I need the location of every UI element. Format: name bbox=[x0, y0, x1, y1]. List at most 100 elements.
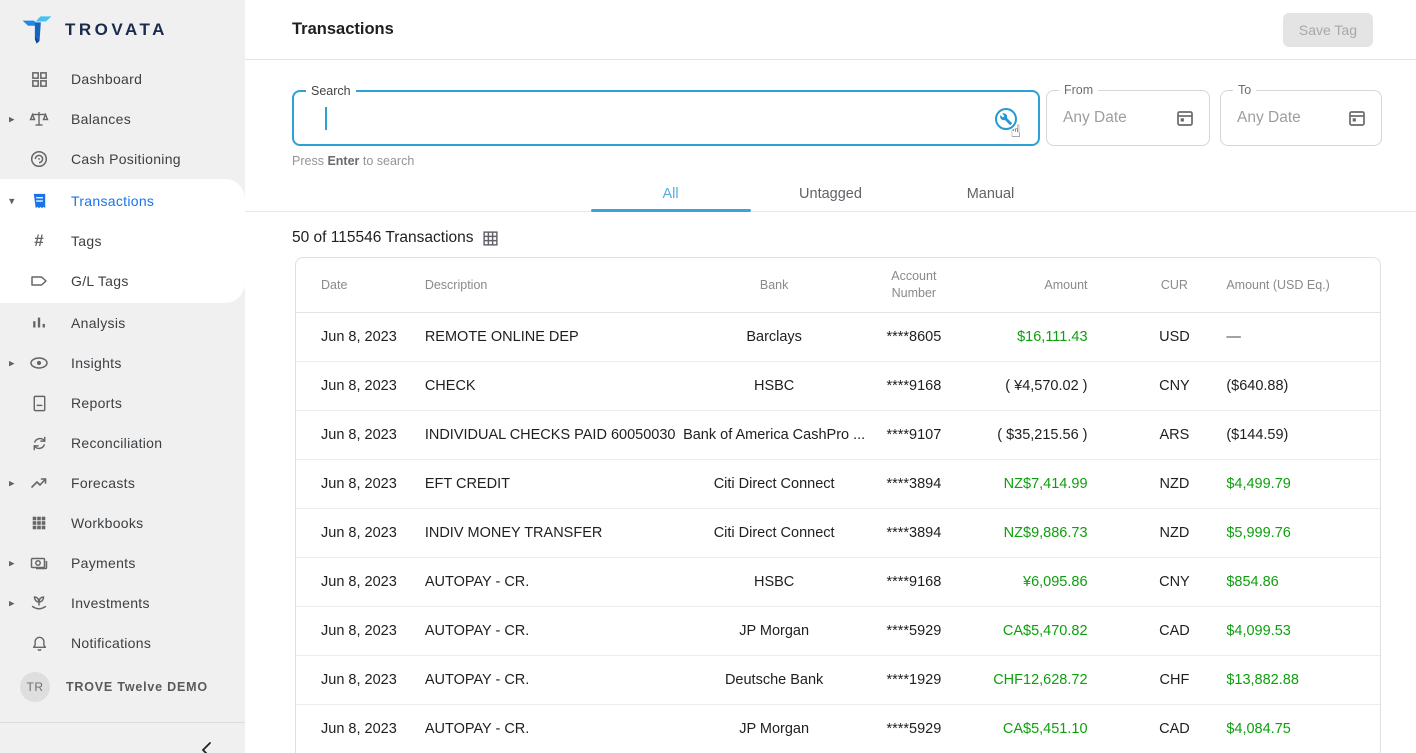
table-grid-icon[interactable] bbox=[482, 230, 499, 247]
sidebar-item-insights[interactable]: ▸ Insights bbox=[0, 343, 245, 383]
cell-description: CHECK bbox=[406, 378, 676, 394]
sidebar-item-dashboard[interactable]: Dashboard bbox=[0, 59, 245, 99]
sidebar-item-label: G/L Tags bbox=[71, 273, 129, 289]
cell-account: ****5929 bbox=[873, 623, 955, 639]
notifications-icon bbox=[28, 632, 50, 654]
reconciliation-icon bbox=[28, 432, 50, 454]
cell-date: Jun 8, 2023 bbox=[296, 623, 406, 639]
chevron-right-icon[interactable]: ▸ bbox=[9, 477, 15, 490]
chevron-down-icon[interactable]: ▾ bbox=[9, 195, 15, 208]
save-tag-button[interactable]: Save Tag bbox=[1283, 13, 1373, 47]
sidebar-item-reports[interactable]: Reports bbox=[0, 383, 245, 423]
sidebar-item-forecasts[interactable]: ▸ Forecasts bbox=[0, 463, 245, 503]
sidebar-item-payments[interactable]: ▸ Payments bbox=[0, 543, 245, 583]
sidebar-item-gl-tags[interactable]: G/L Tags bbox=[0, 261, 245, 301]
col-header-description[interactable]: Description bbox=[406, 278, 676, 292]
col-header-account-number[interactable]: Account Number bbox=[873, 268, 955, 302]
cell-bank: HSBC bbox=[675, 574, 873, 590]
table-row[interactable]: Jun 8, 2023 REMOTE ONLINE DEP Barclays *… bbox=[296, 313, 1380, 362]
cell-bank: JP Morgan bbox=[675, 623, 873, 639]
sidebar-item-workbooks[interactable]: Workbooks bbox=[0, 503, 245, 543]
sidebar-item-analysis[interactable]: Analysis bbox=[0, 303, 245, 343]
cell-date: Jun 8, 2023 bbox=[296, 672, 406, 688]
page-header: Transactions Save Tag bbox=[245, 0, 1416, 60]
cell-currency: CAD bbox=[1125, 721, 1225, 737]
sidebar-item-reconciliation[interactable]: Reconciliation bbox=[0, 423, 245, 463]
avatar[interactable]: TR bbox=[20, 672, 50, 702]
cell-account: ****5929 bbox=[873, 721, 955, 737]
table-row[interactable]: Jun 8, 2023 CHECK HSBC ****9168 ( ¥4,570… bbox=[296, 362, 1380, 411]
sidebar-item-investments[interactable]: ▸ Investments bbox=[0, 583, 245, 623]
insights-icon bbox=[28, 352, 50, 374]
table-row[interactable]: Jun 8, 2023 AUTOPAY - CR. JP Morgan ****… bbox=[296, 705, 1380, 753]
tab-untagged[interactable]: Untagged bbox=[751, 177, 911, 211]
chevron-right-icon[interactable]: ▸ bbox=[9, 113, 15, 126]
col-header-date[interactable]: Date bbox=[296, 278, 406, 292]
calendar-icon[interactable] bbox=[1175, 108, 1195, 128]
sidebar-item-notifications[interactable]: Notifications bbox=[0, 623, 245, 663]
tab-label: All bbox=[662, 186, 678, 202]
sidebar-item-label: Tags bbox=[71, 233, 102, 249]
sidebar-item-balances[interactable]: ▸ Balances bbox=[0, 99, 245, 139]
col-header-cur[interactable]: CUR bbox=[1125, 278, 1225, 292]
sidebar-item-transactions[interactable]: ▾ Transactions bbox=[0, 181, 245, 221]
cell-currency: ARS bbox=[1125, 427, 1225, 443]
cell-description: EFT CREDIT bbox=[406, 476, 676, 492]
brand-logo[interactable]: TROVATA bbox=[0, 0, 245, 48]
table-row[interactable]: Jun 8, 2023 AUTOPAY - CR. Deutsche Bank … bbox=[296, 656, 1380, 705]
cell-account: ****8605 bbox=[873, 329, 955, 345]
cell-currency: NZD bbox=[1125, 476, 1225, 492]
sidebar-item-label: Forecasts bbox=[71, 475, 135, 491]
col-header-amount[interactable]: Amount bbox=[955, 278, 1125, 292]
table-row[interactable]: Jun 8, 2023 INDIVIDUAL CHECKS PAID 60050… bbox=[296, 411, 1380, 460]
cell-amount-usd: $854.86 bbox=[1224, 574, 1380, 590]
user-profile[interactable]: TR TROVE Twelve DEMO bbox=[0, 665, 245, 709]
sidebar-item-label: Reports bbox=[71, 395, 122, 411]
cell-currency: CNY bbox=[1125, 378, 1225, 394]
table-row[interactable]: Jun 8, 2023 AUTOPAY - CR. HSBC ****9168 … bbox=[296, 558, 1380, 607]
cell-bank: JP Morgan bbox=[675, 721, 873, 737]
sidebar-item-label: Notifications bbox=[71, 635, 151, 651]
sidebar-footer-divider bbox=[0, 722, 245, 723]
table-row[interactable]: Jun 8, 2023 AUTOPAY - CR. JP Morgan ****… bbox=[296, 607, 1380, 656]
cell-currency: USD bbox=[1125, 329, 1225, 345]
investments-icon bbox=[28, 592, 50, 614]
cell-date: Jun 8, 2023 bbox=[296, 329, 406, 345]
text-cursor bbox=[325, 107, 327, 130]
search-hint: Press Enter to search bbox=[245, 146, 1416, 168]
cell-amount: ( $35,215.56 ) bbox=[955, 427, 1125, 443]
cell-bank: Deutsche Bank bbox=[675, 672, 873, 688]
cell-description: REMOTE ONLINE DEP bbox=[406, 329, 676, 345]
forecasts-icon bbox=[28, 472, 50, 494]
calendar-icon[interactable] bbox=[1347, 108, 1367, 128]
col-header-bank[interactable]: Bank bbox=[675, 278, 873, 292]
cell-amount-usd: $4,099.53 bbox=[1224, 623, 1380, 639]
cell-date: Jun 8, 2023 bbox=[296, 721, 406, 737]
table-row[interactable]: Jun 8, 2023 INDIV MONEY TRANSFER Citi Di… bbox=[296, 509, 1380, 558]
collapse-sidebar-icon[interactable] bbox=[198, 740, 218, 753]
sidebar-item-label: Balances bbox=[71, 111, 131, 127]
chevron-right-icon[interactable]: ▸ bbox=[9, 357, 15, 370]
mouse-pointer-cursor: ☝ bbox=[1011, 122, 1021, 142]
sidebar-item-tags[interactable]: # Tags bbox=[0, 221, 245, 261]
tab-all[interactable]: All bbox=[591, 177, 751, 211]
tab-manual[interactable]: Manual bbox=[911, 177, 1071, 211]
payments-icon bbox=[28, 552, 50, 574]
cell-bank: Citi Direct Connect bbox=[675, 476, 873, 492]
tags-icon: # bbox=[28, 230, 50, 252]
from-label: From bbox=[1059, 83, 1098, 97]
col-header-amount-usd[interactable]: Amount (USD Eq.) bbox=[1224, 278, 1380, 292]
from-date-input[interactable]: From Any Date bbox=[1046, 90, 1210, 146]
chevron-right-icon[interactable]: ▸ bbox=[9, 557, 15, 570]
transactions-icon bbox=[28, 190, 50, 212]
search-input[interactable]: Search ☝ bbox=[292, 90, 1040, 146]
sidebar-item-label: Insights bbox=[71, 355, 122, 371]
workbooks-icon bbox=[28, 512, 50, 534]
table-row[interactable]: Jun 8, 2023 EFT CREDIT Citi Direct Conne… bbox=[296, 460, 1380, 509]
cell-amount: CA$5,470.82 bbox=[955, 623, 1125, 639]
cell-bank: Bank of America CashPro ... bbox=[675, 427, 873, 443]
sidebar-item-cash-positioning[interactable]: Cash Positioning bbox=[0, 139, 245, 179]
chevron-right-icon[interactable]: ▸ bbox=[9, 597, 15, 610]
to-date-input[interactable]: To Any Date bbox=[1220, 90, 1382, 146]
cell-account: ****9168 bbox=[873, 378, 955, 394]
